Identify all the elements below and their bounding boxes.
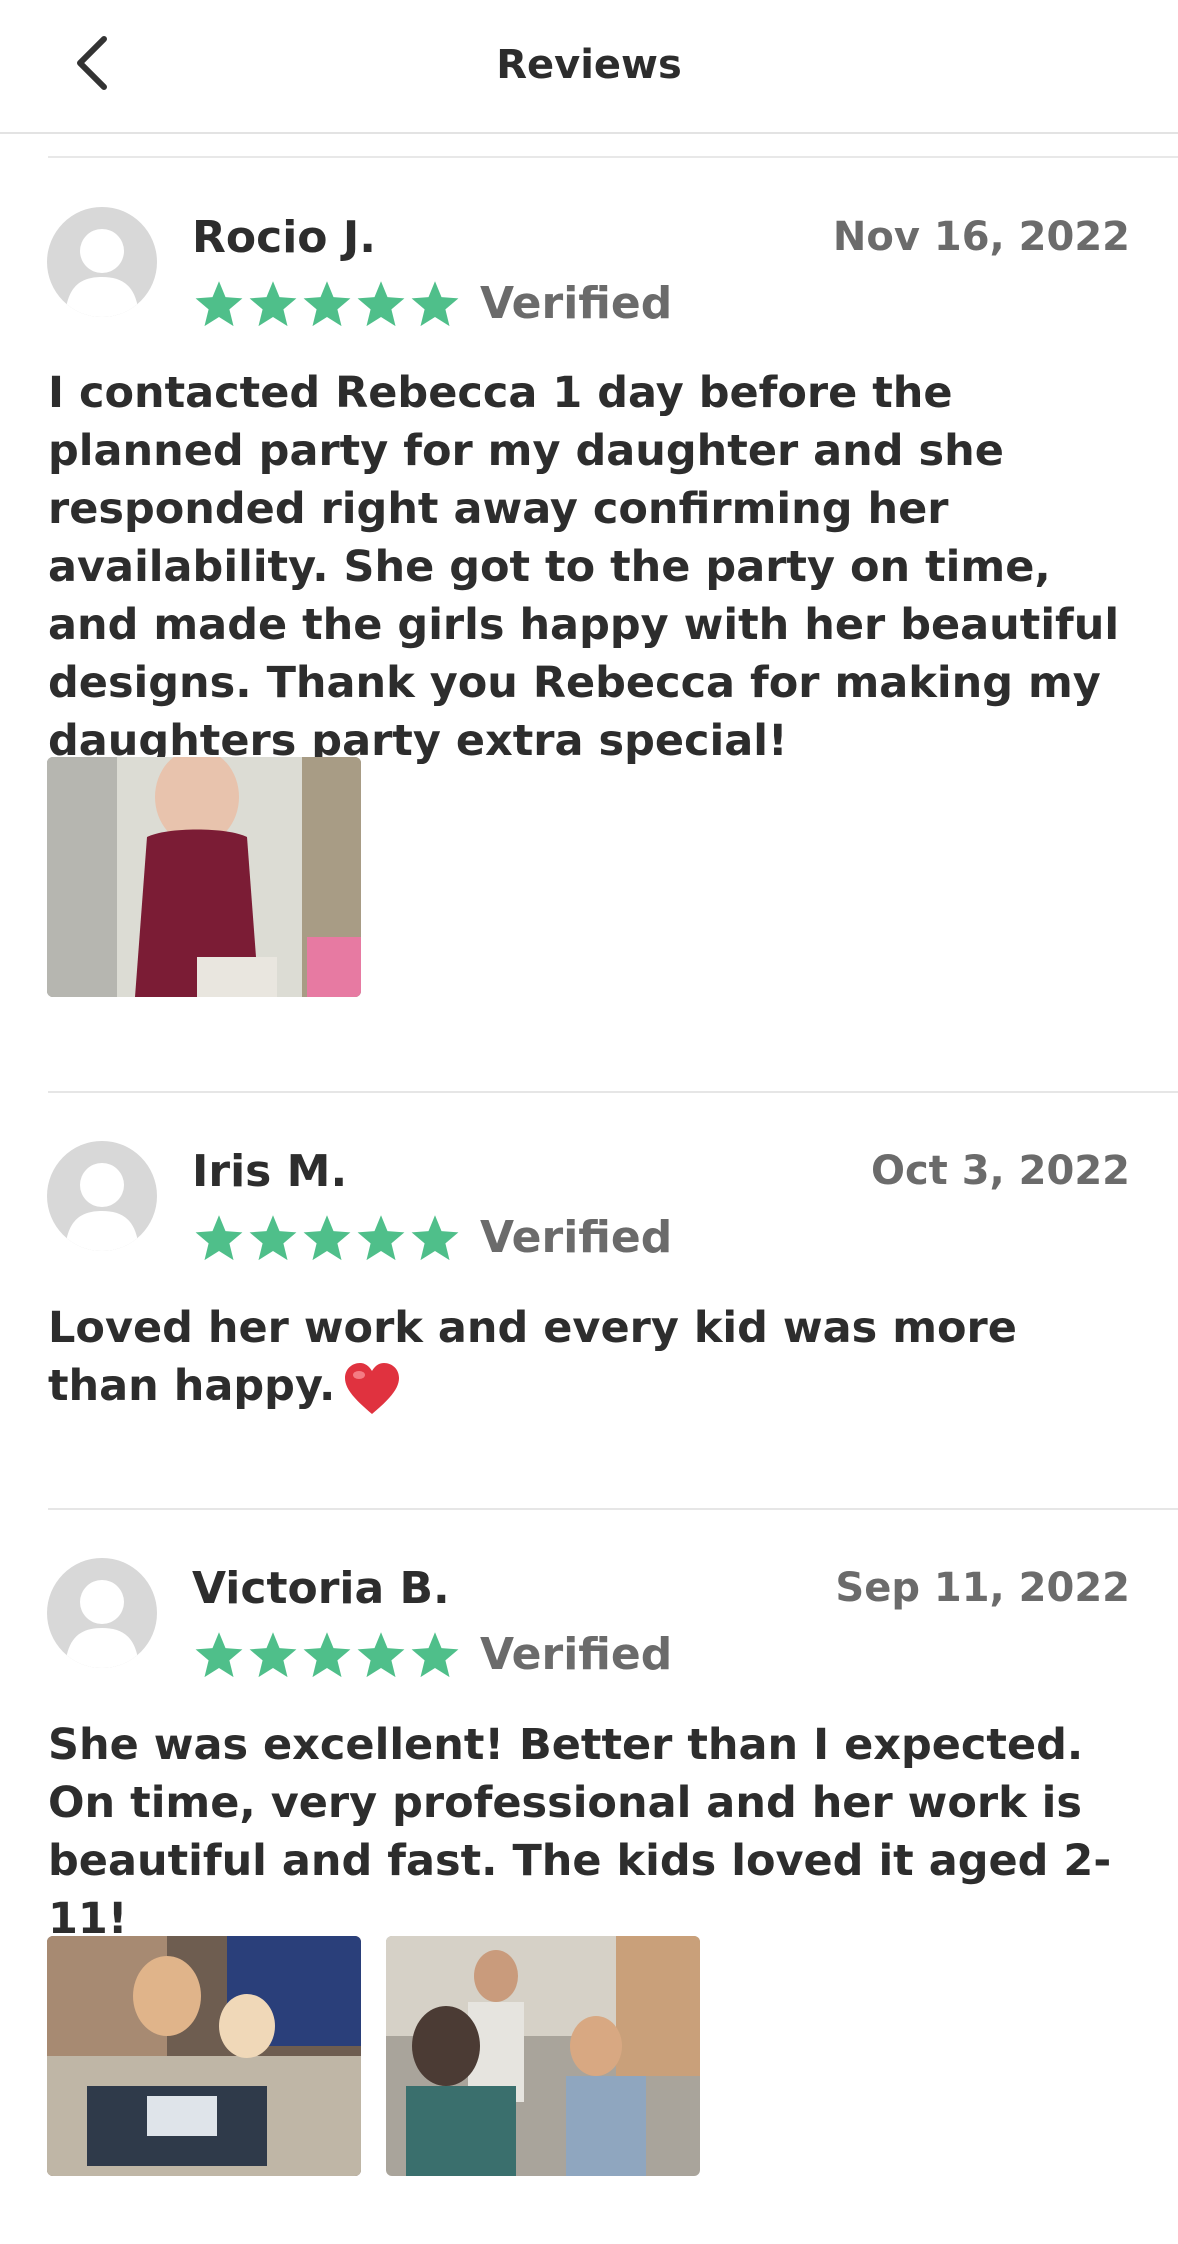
app-header: Reviews xyxy=(0,0,1178,134)
star-rating xyxy=(193,1629,461,1681)
divider xyxy=(48,156,1178,158)
reviewer-name: Rocio J. xyxy=(192,212,376,263)
star-icon xyxy=(357,1632,405,1678)
review-photo[interactable] xyxy=(47,757,361,997)
star-icon xyxy=(411,1215,459,1261)
review-date: Oct 3, 2022 xyxy=(870,1148,1130,1194)
star-rating xyxy=(193,278,461,330)
review-text-content: Loved her work and every kid was more th… xyxy=(48,1303,1017,1411)
star-icon xyxy=(303,1632,351,1678)
review-text: She was excellent! Better than I expecte… xyxy=(48,1720,1112,1944)
star-icon xyxy=(195,281,243,327)
user-placeholder-icon xyxy=(65,1580,139,1668)
review-photo[interactable] xyxy=(386,1936,700,2176)
user-placeholder-icon xyxy=(65,229,139,317)
star-icon xyxy=(249,1632,297,1678)
verified-label: Verified xyxy=(480,278,673,329)
review-text: Loved her work and every kid was more th… xyxy=(48,1299,1048,1416)
star-icon xyxy=(195,1215,243,1261)
divider xyxy=(48,1508,1178,1510)
star-icon xyxy=(249,281,297,327)
avatar xyxy=(47,207,157,317)
user-placeholder-icon xyxy=(65,1163,139,1251)
reviewer-name: Iris M. xyxy=(192,1146,348,1197)
star-icon xyxy=(357,1215,405,1261)
star-icon xyxy=(303,281,351,327)
avatar xyxy=(47,1558,157,1668)
review-photo[interactable] xyxy=(47,1936,361,2176)
heart-emoji-icon xyxy=(345,1362,400,1414)
verified-label: Verified xyxy=(480,1212,673,1263)
star-icon xyxy=(411,1632,459,1678)
star-rating xyxy=(193,1212,461,1264)
review-date: Sep 11, 2022 xyxy=(835,1565,1130,1611)
divider xyxy=(48,1091,1178,1093)
review-text: I contacted Rebecca 1 day before the pla… xyxy=(48,368,1120,766)
photo-thumbnail xyxy=(47,757,361,997)
star-icon xyxy=(195,1632,243,1678)
review-date: Nov 16, 2022 xyxy=(832,214,1130,260)
star-icon xyxy=(249,1215,297,1261)
photo-thumbnail xyxy=(386,1936,700,2176)
star-icon xyxy=(303,1215,351,1261)
reviewer-name: Victoria B. xyxy=(192,1563,450,1614)
star-icon xyxy=(411,281,459,327)
photo-thumbnail xyxy=(47,1936,361,2176)
avatar xyxy=(47,1141,157,1251)
verified-label: Verified xyxy=(480,1629,673,1680)
page-title: Reviews xyxy=(496,42,682,88)
star-icon xyxy=(357,281,405,327)
